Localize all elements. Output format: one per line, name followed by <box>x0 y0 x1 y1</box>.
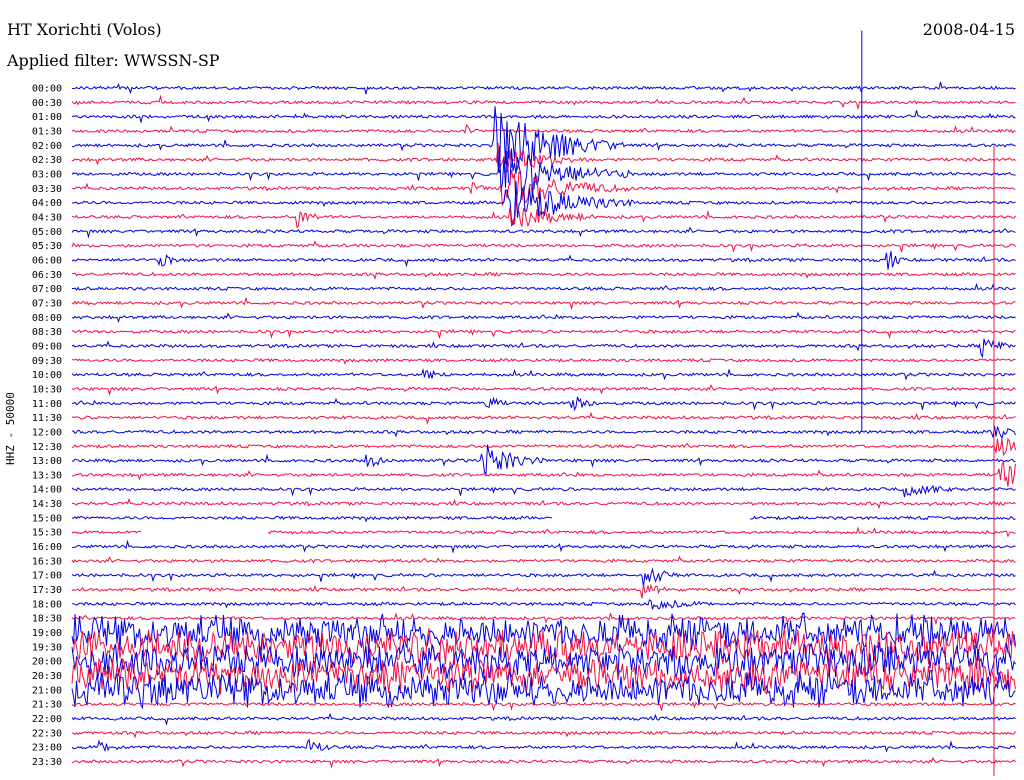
time-tick-label: 01:00 <box>32 112 62 123</box>
trace-row-1600 <box>71 539 1016 554</box>
trace-row-1330 <box>71 461 1016 487</box>
trace-row-1500 <box>71 515 1016 523</box>
time-tick-label: 12:30 <box>32 442 62 453</box>
time-tick-label: 23:00 <box>32 743 62 754</box>
time-tick-label: 13:00 <box>32 456 62 467</box>
time-tick-label: 15:30 <box>32 528 62 539</box>
time-tick-label: 23:30 <box>32 757 62 768</box>
time-tick-label: 03:30 <box>32 184 62 195</box>
time-tick-label: 09:30 <box>32 356 62 367</box>
time-tick-label: 05:30 <box>32 241 62 252</box>
trace-row-0500 <box>71 226 1016 239</box>
trace-row-1130 <box>71 411 1016 425</box>
trace-row-0630 <box>71 271 1016 280</box>
trace-row-0830 <box>71 329 1016 340</box>
time-tick-label: 16:30 <box>32 556 62 567</box>
time-tick-label: 19:00 <box>32 628 62 639</box>
time-tick-label: 00:00 <box>32 84 62 95</box>
time-tick-label: 07:30 <box>32 298 62 309</box>
trace-row-0730 <box>71 297 1016 311</box>
time-tick-label: 05:00 <box>32 227 62 238</box>
trace-row-0130 <box>71 124 1016 135</box>
trace-row-0100 <box>71 110 1016 124</box>
trace-row-1730 <box>71 583 1016 599</box>
trace-row-2100 <box>71 669 1016 710</box>
trace-row-1030 <box>71 384 1016 397</box>
time-tick-label: 22:30 <box>32 728 62 739</box>
time-tick-label: 11:30 <box>32 413 62 424</box>
time-tick-label: 06:00 <box>32 255 62 266</box>
time-tick-label: 20:30 <box>32 671 62 682</box>
time-tick-label: 11:00 <box>32 399 62 410</box>
trace-row-2300 <box>71 738 1016 753</box>
trace-row-1800 <box>72 599 1016 610</box>
time-tick-label: 17:30 <box>32 585 62 596</box>
time-tick-label: 03:00 <box>32 169 62 180</box>
trace-row-0430 <box>71 204 1016 229</box>
seismogram-plot: 00:00 00:30 01:00 01:30 02:00 02:30 03:00 03:30… <box>32 30 1016 776</box>
trace-row-2330 <box>71 756 1016 769</box>
time-tick-labels: 00:00 00:30 01:00 01:30 02:00 02:30 03:00 03:30… <box>32 84 62 769</box>
trace-row-1430 <box>71 497 1016 510</box>
time-tick-label: 15:00 <box>32 513 62 524</box>
trace-row-1530 <box>71 526 1016 538</box>
trace-row-0000 <box>71 81 1016 95</box>
time-tick-label: 10:00 <box>32 370 62 381</box>
time-tick-label: 06:30 <box>32 270 62 281</box>
trace-row-1830 <box>71 612 1016 626</box>
trace-row-1630 <box>71 555 1016 564</box>
trace-row-0800 <box>71 311 1016 324</box>
time-tick-label: 19:30 <box>32 642 62 653</box>
trace-row-1100 <box>71 396 1016 412</box>
trace-row-0930 <box>71 357 1016 365</box>
time-tick-label: 10:30 <box>32 384 62 395</box>
time-tick-label: 04:30 <box>32 212 62 223</box>
trace-row-1000 <box>71 367 1016 381</box>
time-tick-label: 09:00 <box>32 341 62 352</box>
time-tick-label: 14:30 <box>32 499 62 510</box>
trace-row-2230 <box>71 730 1016 739</box>
time-tick-label: 04:00 <box>32 198 62 209</box>
time-tick-label: 21:30 <box>32 700 62 711</box>
trace-row-0900 <box>71 338 1016 359</box>
trace-row-0030 <box>71 94 1016 111</box>
trace-row-1200 <box>71 425 1016 440</box>
trace-row-1230 <box>71 437 1016 457</box>
time-tick-label: 08:00 <box>32 313 62 324</box>
time-tick-label: 22:00 <box>32 714 62 725</box>
trace-row-0700 <box>71 282 1016 292</box>
trace-row-2200 <box>71 712 1016 726</box>
time-tick-label: 21:00 <box>32 685 62 696</box>
trace-row-0600 <box>71 251 1016 270</box>
time-tick-label: 14:00 <box>32 485 62 496</box>
time-tick-label: 02:00 <box>32 141 62 152</box>
time-tick-label: 18:00 <box>32 599 62 610</box>
time-tick-label: 01:30 <box>32 126 62 137</box>
time-tick-label: 07:00 <box>32 284 62 295</box>
trace-row-0530 <box>71 240 1016 253</box>
time-tick-label: 00:30 <box>32 98 62 109</box>
time-tick-label: 18:30 <box>32 614 62 625</box>
trace-row-1700 <box>71 567 1016 587</box>
time-tick-label: 13:30 <box>32 470 62 481</box>
trace-row-2130 <box>71 701 1016 712</box>
time-tick-label: 17:00 <box>32 571 62 582</box>
time-tick-label: 16:00 <box>32 542 62 553</box>
time-tick-label: 12:00 <box>32 427 62 438</box>
trace-row-1300 <box>71 444 1016 476</box>
seismic-traces <box>71 81 1016 769</box>
time-tick-label: 08:30 <box>32 327 62 338</box>
time-tick-label: 02:30 <box>32 155 62 166</box>
trace-row-1400 <box>71 484 1016 498</box>
trace-row-0330 <box>71 169 1016 207</box>
time-tick-label: 20:00 <box>32 657 62 668</box>
